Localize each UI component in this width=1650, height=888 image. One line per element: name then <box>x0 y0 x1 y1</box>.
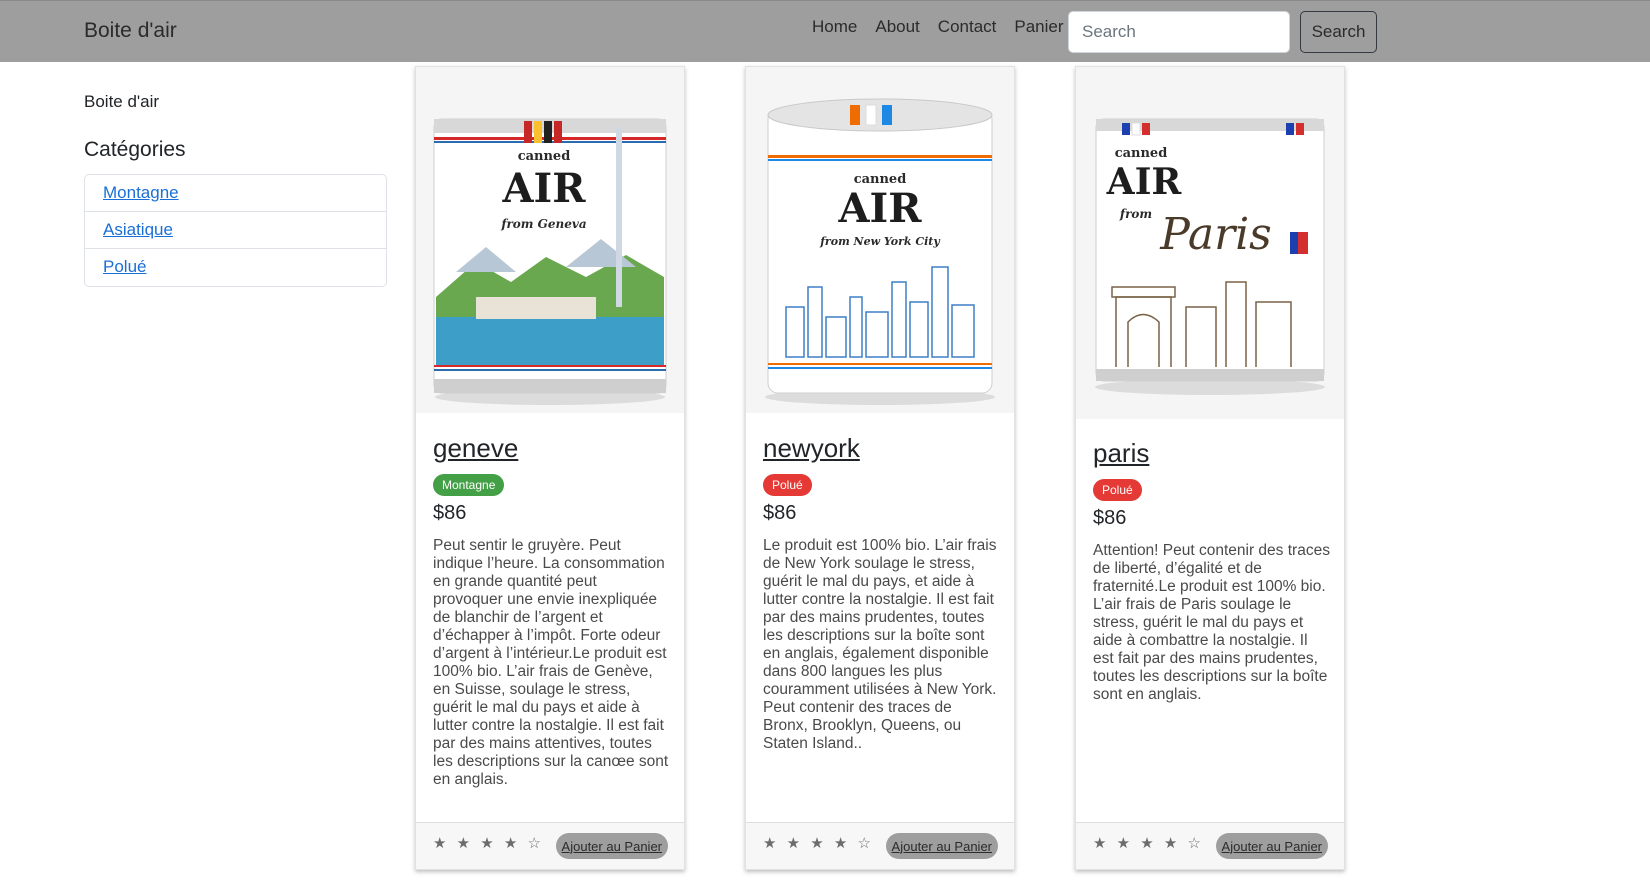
category-link-montagne[interactable]: Montagne <box>103 183 179 202</box>
product-price: $86 <box>763 502 797 524</box>
product-image-geneve[interactable]: canned AIR from Geneva <box>416 67 684 413</box>
product-card-body: paris Polué $86 Attention! Peut contenir… <box>1093 438 1330 704</box>
navbar-brand[interactable]: Boite d'air <box>84 19 177 43</box>
product-card-footer: ★ ★ ★ ★ ☆ Ajouter au Panier <box>746 822 1014 869</box>
category-badge: Polué <box>1093 479 1142 501</box>
navbar: Boite d'air Home About Contact Panier Se… <box>0 0 1650 62</box>
can-label-air: AIR <box>1106 161 1183 203</box>
search-input[interactable] <box>1068 11 1290 53</box>
product-description: Peut sentir le gruyère. Peut indique l’h… <box>433 537 669 788</box>
product-image-newyork[interactable]: canned AIR from New York City <box>746 67 1014 413</box>
product-card-footer: ★ ★ ★ ★ ☆ Ajouter au Panier <box>416 822 684 869</box>
search-button[interactable]: Search <box>1300 11 1377 53</box>
can-label-air: AIR <box>838 185 923 232</box>
category-list: Montagne Asiatique Polué <box>84 174 387 287</box>
rating-stars: ★ ★ ★ ★ ☆ <box>1093 835 1204 852</box>
product-card: canned AIR from New York City newyork Po… <box>745 66 1015 870</box>
add-to-cart-button[interactable]: Ajouter au Panier <box>1215 833 1328 859</box>
canned-air-geneva-image: canned AIR from Geneva <box>416 67 684 413</box>
canned-air-paris-image: canned AIR from Paris <box>1076 67 1344 419</box>
add-to-cart-button[interactable]: Ajouter au Panier <box>885 833 998 859</box>
product-title[interactable]: newyork <box>763 433 1000 464</box>
product-description: Attention! Peut contenir des traces de l… <box>1093 542 1330 703</box>
add-to-cart-button[interactable]: Ajouter au Panier <box>555 833 668 859</box>
product-card-body: newyork Polué $86 Le produit est 100% bi… <box>763 433 1000 753</box>
product-card-footer: ★ ★ ★ ★ ☆ Ajouter au Panier <box>1076 822 1344 869</box>
product-image-paris[interactable]: canned AIR from Paris <box>1076 67 1344 419</box>
product-title[interactable]: paris <box>1093 438 1330 469</box>
category-link-polue[interactable]: Polué <box>103 257 146 276</box>
rating-stars: ★ ★ ★ ★ ☆ <box>433 835 544 852</box>
can-label-city: Paris <box>1159 209 1272 260</box>
nav-links: Home About Contact Panier <box>812 17 1064 37</box>
category-badge: Montagne <box>433 474 505 496</box>
category-item: Montagne <box>85 175 386 212</box>
product-description: Le produit est 100% bio. L’air frais de … <box>763 537 997 752</box>
nav-link-panier[interactable]: Panier <box>1014 17 1063 37</box>
nav-link-contact[interactable]: Contact <box>938 17 997 37</box>
product-card: canned AIR from Paris paris Polué $86 At… <box>1075 66 1345 870</box>
can-label-canned: canned <box>518 149 571 164</box>
category-item: Asiatique <box>85 212 386 249</box>
category-link-asiatique[interactable]: Asiatique <box>103 220 173 239</box>
category-badge: Polué <box>763 474 812 496</box>
product-card: canned AIR from Geneva geneve Montagne $… <box>415 66 685 870</box>
product-title[interactable]: geneve <box>433 433 670 464</box>
product-card-body: geneve Montagne $86 Peut sentir le gruyè… <box>433 433 670 789</box>
product-price: $86 <box>433 502 467 524</box>
nav-link-about[interactable]: About <box>875 17 919 37</box>
sidebar-brand: Boite d'air <box>84 92 160 111</box>
product-price: $86 <box>1093 507 1127 529</box>
can-label-from: from <box>1119 207 1152 221</box>
can-label-city: from New York City <box>819 235 941 248</box>
canned-air-newyork-image: canned AIR from New York City <box>746 67 1014 413</box>
can-label-air: AIR <box>502 165 587 212</box>
can-label-canned: canned <box>1115 146 1168 161</box>
nav-link-home[interactable]: Home <box>812 17 857 37</box>
category-item: Polué <box>85 249 386 286</box>
rating-stars: ★ ★ ★ ★ ☆ <box>763 835 874 852</box>
can-label-city: from Geneva <box>500 217 586 231</box>
categories-title: Catégories <box>84 138 186 161</box>
